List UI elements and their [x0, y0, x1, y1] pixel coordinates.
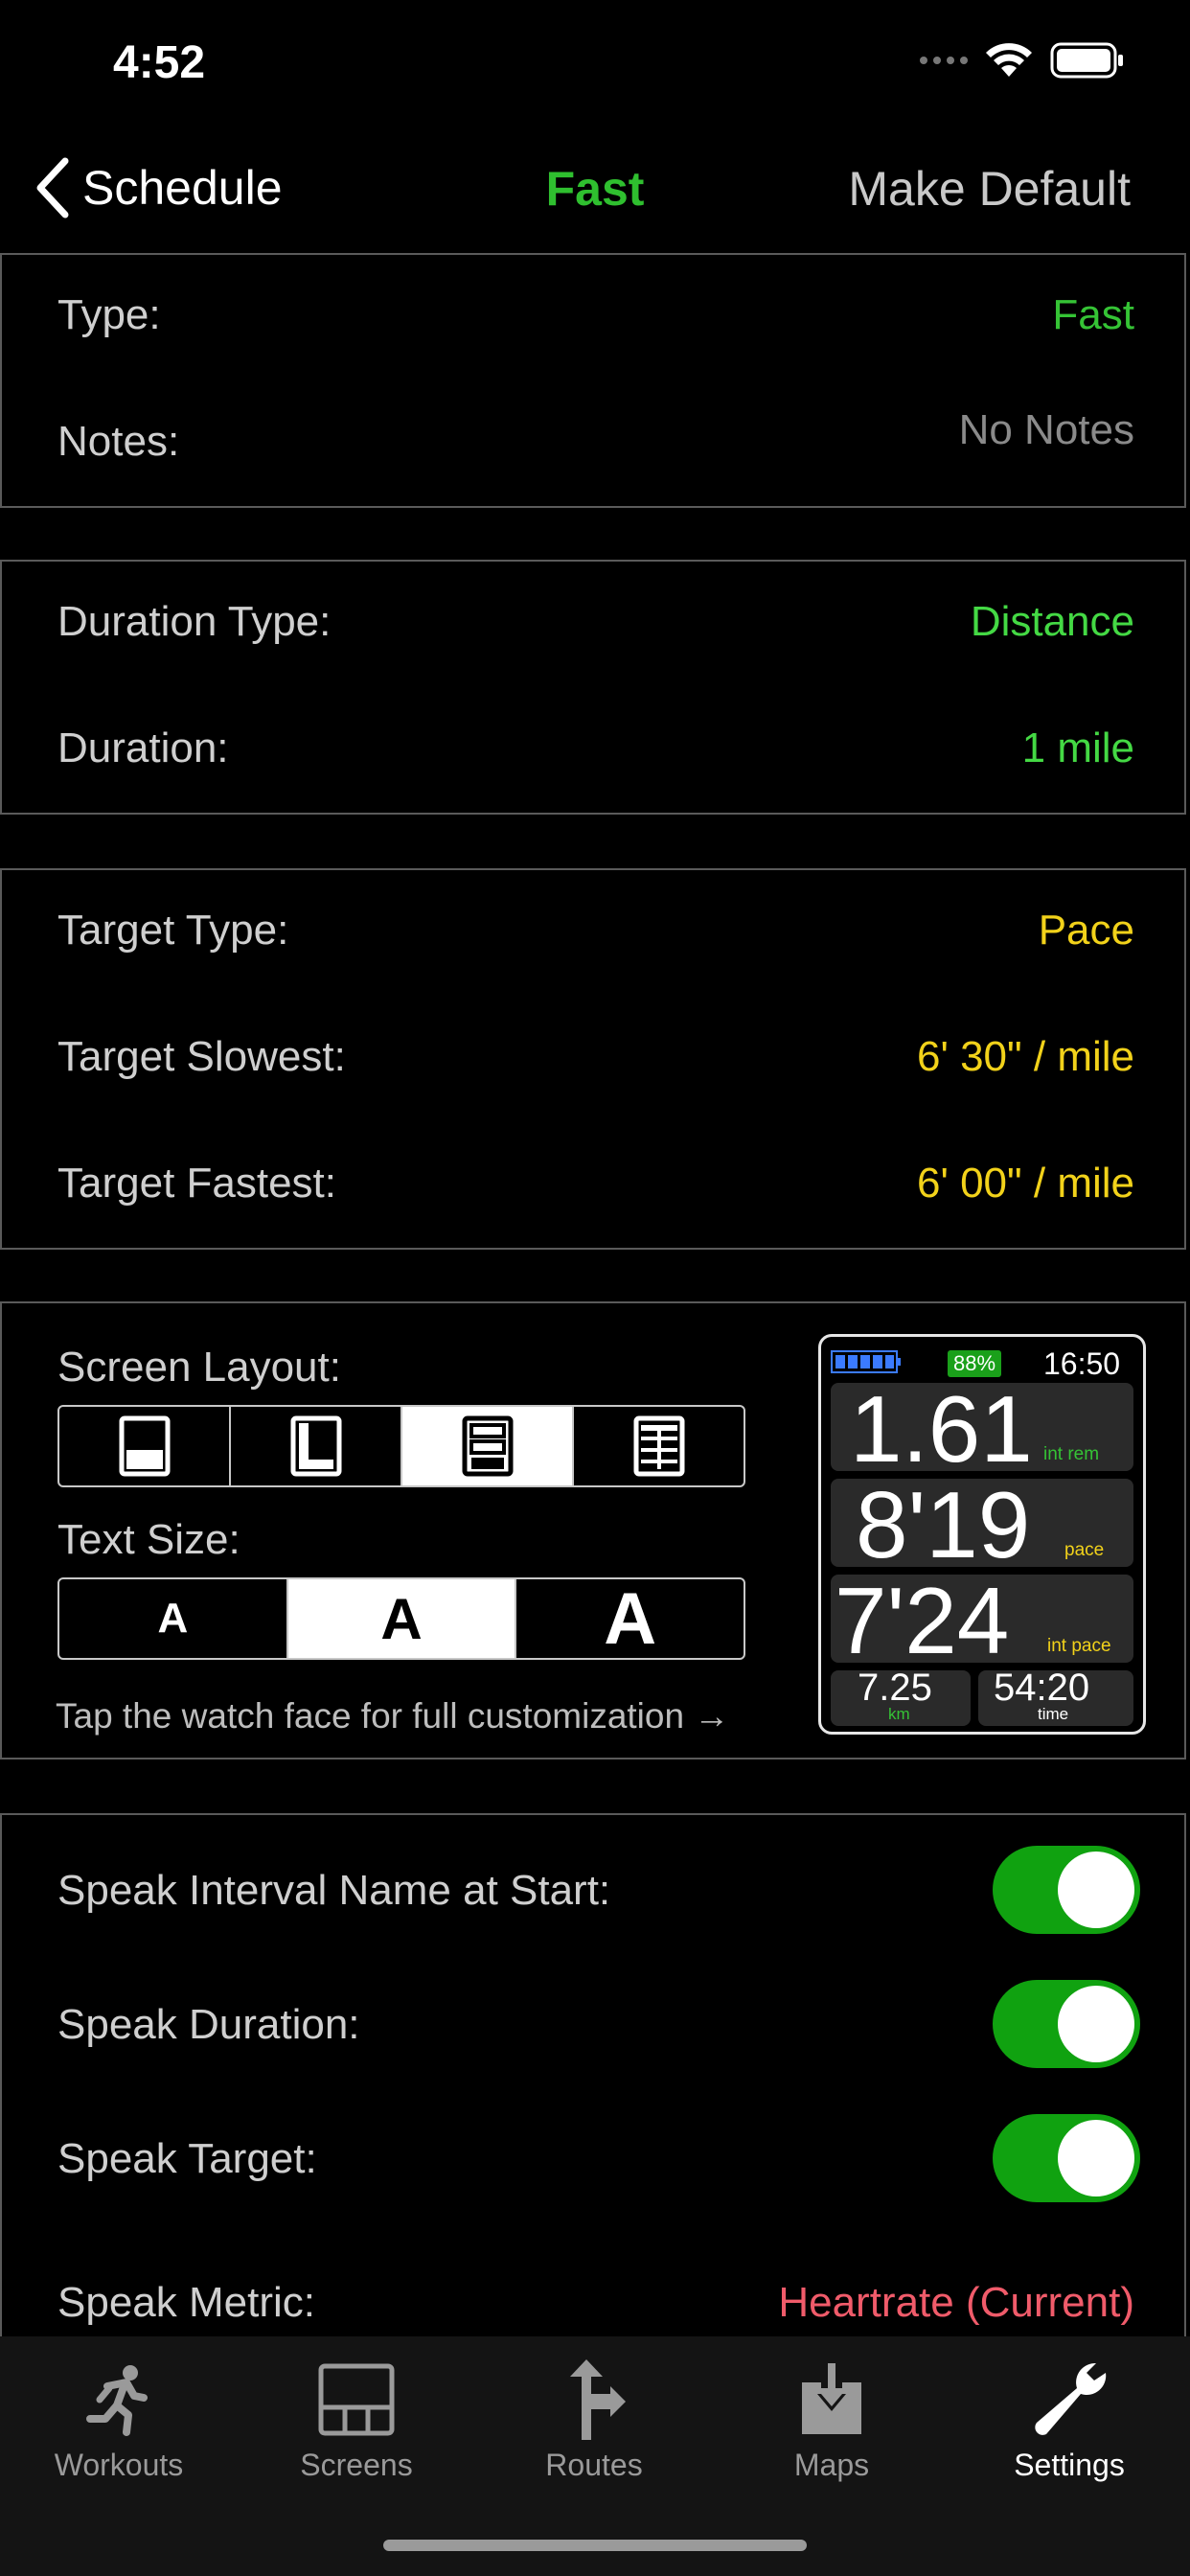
- layout-option-4[interactable]: [574, 1407, 744, 1485]
- tab-routes-label: Routes: [545, 2448, 643, 2482]
- wrench-icon: [1035, 2362, 1107, 2435]
- make-default-button[interactable]: Make Default: [848, 161, 1131, 217]
- layout-three-row-icon: [462, 1415, 513, 1477]
- tab-maps[interactable]: Maps: [736, 2352, 927, 2483]
- home-indicator: [383, 2540, 807, 2551]
- watch-field-5-label: time: [1038, 1705, 1069, 1723]
- duration-value: 1 mile: [1021, 724, 1134, 771]
- watch-field-1-label: int rem: [1043, 1444, 1100, 1464]
- notes-label: Notes:: [57, 418, 180, 465]
- status-icons: [920, 42, 1125, 79]
- target-fastest-value: 6' 00" / mile: [916, 1160, 1134, 1207]
- speak-duration-row: Speak Duration:: [57, 2001, 1134, 2049]
- duration-label: Duration:: [57, 724, 229, 771]
- watch-field-3-label: int pace: [1047, 1636, 1111, 1656]
- notes-value: No Notes: [958, 406, 1134, 453]
- layout-corner-icon: [290, 1415, 341, 1477]
- speak-interval-name-label: Speak Interval Name at Start:: [57, 1867, 611, 1914]
- customization-hint: Tap the watch face for full customizatio…: [56, 1696, 730, 1736]
- text-size-label: Text Size:: [57, 1516, 240, 1563]
- speak-target-row: Speak Target:: [57, 2135, 1134, 2183]
- watch-field-2-label: pace: [1064, 1540, 1105, 1560]
- speak-target-label: Speak Target:: [57, 2135, 317, 2182]
- type-label: Type:: [57, 291, 161, 338]
- watch-face-preview[interactable]: 88% 16:50 1.61 int rem 8'19 pace 7'24 in…: [818, 1334, 1146, 1735]
- battery-icon: [1050, 42, 1123, 79]
- screen-layout-label: Screen Layout:: [57, 1344, 341, 1391]
- duration-row[interactable]: Duration: 1 mile: [57, 724, 1134, 772]
- target-type-label: Target Type:: [57, 907, 289, 954]
- text-size-large[interactable]: A: [516, 1579, 744, 1658]
- tab-maps-label: Maps: [793, 2448, 870, 2482]
- speak-interval-name-row: Speak Interval Name at Start:: [57, 1867, 1134, 1915]
- speak-duration-label: Speak Duration:: [57, 2001, 360, 2048]
- layout-single-icon: [119, 1415, 170, 1477]
- target-slowest-label: Target Slowest:: [57, 1033, 346, 1080]
- speak-target-toggle[interactable]: [993, 2114, 1140, 2202]
- speak-metric-value: Heartrate (Current): [778, 2279, 1134, 2326]
- watch-field-5-value: 54:20: [994, 1667, 1090, 1709]
- tab-settings-label: Settings: [1014, 2448, 1125, 2482]
- target-type-row[interactable]: Target Type: Pace: [57, 907, 1134, 954]
- toggle-knob: [1058, 1852, 1134, 1928]
- layout-grid-icon: [633, 1415, 684, 1477]
- target-type-value: Pace: [1038, 907, 1134, 954]
- watch-field-3-value: 7'24: [835, 1568, 1010, 1673]
- watch-battery-percent: 88%: [948, 1350, 1002, 1377]
- signal-icon: [920, 57, 968, 64]
- route-sign-icon: [570, 2359, 626, 2440]
- layout-option-3[interactable]: [402, 1407, 574, 1485]
- speak-interval-name-toggle[interactable]: [993, 1846, 1140, 1934]
- watch-field-4-label: km: [888, 1705, 910, 1723]
- tab-workouts-label: Workouts: [54, 2448, 184, 2482]
- text-size-selector[interactable]: A A A: [57, 1577, 745, 1660]
- target-slowest-row[interactable]: Target Slowest: 6' 30" / mile: [57, 1033, 1134, 1081]
- status-time: 4:52: [113, 37, 206, 88]
- map-download-icon: [802, 2363, 861, 2434]
- speak-metric-label: Speak Metric:: [57, 2279, 315, 2326]
- type-row[interactable]: Type: Fast: [57, 291, 1134, 339]
- tab-screens[interactable]: Screens: [261, 2352, 452, 2483]
- type-value: Fast: [1052, 291, 1134, 338]
- watch-field-1-value: 1.61: [850, 1376, 1033, 1482]
- tab-routes[interactable]: Routes: [498, 2352, 690, 2483]
- tab-workouts[interactable]: Workouts: [23, 2352, 215, 2483]
- toggle-knob: [1058, 2120, 1134, 2196]
- duration-type-value: Distance: [970, 598, 1134, 645]
- tab-screens-label: Screens: [300, 2448, 413, 2482]
- target-fastest-label: Target Fastest:: [57, 1160, 337, 1207]
- watch-clock: 16:50: [1043, 1346, 1121, 1381]
- watch-field-4-value: 7.25: [858, 1667, 932, 1709]
- speak-duration-toggle[interactable]: [993, 1980, 1140, 2068]
- duration-type-label: Duration Type:: [57, 598, 332, 645]
- notes-row[interactable]: Notes: No Notes: [57, 406, 1134, 466]
- tab-settings[interactable]: Settings: [973, 2352, 1165, 2483]
- target-slowest-value: 6' 30" / mile: [916, 1033, 1134, 1080]
- target-fastest-row[interactable]: Target Fastest: 6' 00" / mile: [57, 1160, 1134, 1208]
- text-size-medium[interactable]: A: [287, 1579, 517, 1658]
- text-size-small[interactable]: A: [59, 1579, 288, 1658]
- watch-battery-icon: [831, 1350, 901, 1373]
- runner-icon: [86, 2365, 148, 2436]
- speak-metric-row[interactable]: Speak Metric: Heartrate (Current): [57, 2279, 1134, 2327]
- layout-option-1[interactable]: [59, 1407, 231, 1485]
- toggle-knob: [1058, 1986, 1134, 2062]
- wifi-icon: [986, 43, 1032, 77]
- screen-layout-selector[interactable]: [57, 1405, 745, 1487]
- duration-type-row[interactable]: Duration Type: Distance: [57, 598, 1134, 646]
- watch-field-2-value: 8'19: [856, 1472, 1031, 1577]
- layout-option-2[interactable]: [231, 1407, 402, 1485]
- screens-icon: [318, 2363, 395, 2436]
